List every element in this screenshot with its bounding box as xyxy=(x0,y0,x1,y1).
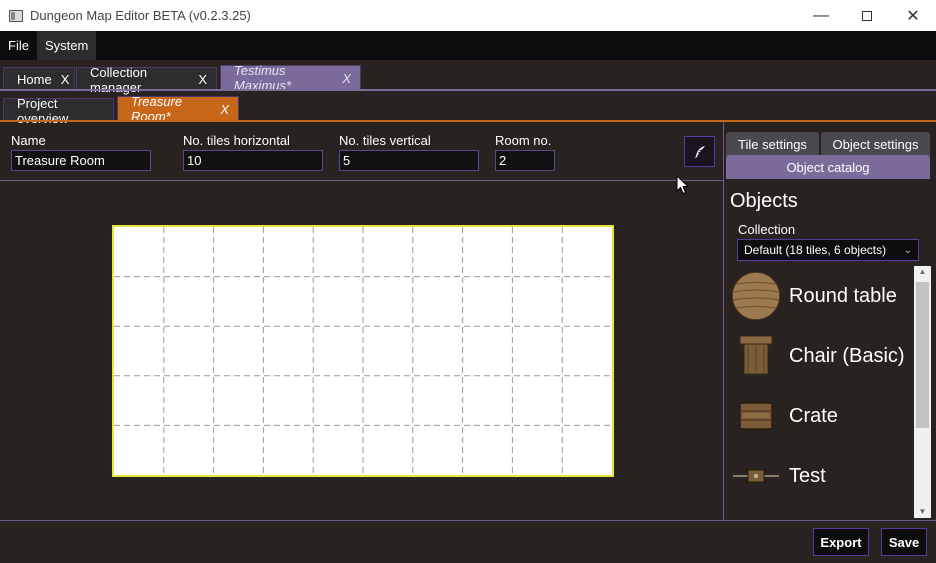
mouse-cursor-icon xyxy=(676,175,690,195)
edit-feather-button[interactable] xyxy=(684,136,715,167)
tiles-horizontal-label: No. tiles horizontal xyxy=(183,133,290,148)
tiles-horizontal-input[interactable] xyxy=(183,150,323,171)
object-label: Chair (Basic) xyxy=(789,344,905,367)
tab-project-overview[interactable]: Project overview xyxy=(3,96,114,126)
tab-tile-settings[interactable]: Tile settings xyxy=(726,132,819,156)
save-button[interactable]: Save xyxy=(881,528,927,556)
tab-object-catalog[interactable]: Object catalog xyxy=(726,155,930,179)
close-button[interactable]: ✕ xyxy=(890,0,936,31)
maximize-icon xyxy=(862,10,872,21)
tiles-vertical-label: No. tiles vertical xyxy=(339,133,431,148)
scroll-down-icon[interactable]: ▼ xyxy=(914,506,931,518)
scroll-up-icon[interactable]: ▲ xyxy=(914,266,931,278)
export-button[interactable]: Export xyxy=(813,528,869,556)
objects-title: Objects xyxy=(730,190,798,212)
tile-grid xyxy=(114,227,612,475)
tab-treasure-room[interactable]: Treasure Room* X xyxy=(117,94,239,124)
room-name-input[interactable] xyxy=(11,150,151,171)
object-list: Round table Chair (Basic) Crate Test xyxy=(728,266,914,518)
tab-close-icon[interactable]: X xyxy=(220,102,229,117)
round-table-icon xyxy=(728,268,784,324)
window-title: Dungeon Map Editor BETA (v0.2.3.25) xyxy=(30,8,251,23)
tab-object-settings[interactable]: Object settings xyxy=(821,132,930,156)
minimize-button[interactable]: — xyxy=(798,0,844,31)
collection-label: Collection xyxy=(738,222,796,237)
chevron-down-icon: ⌄ xyxy=(903,244,912,256)
object-label: Test xyxy=(789,464,826,487)
list-item-test[interactable]: Test xyxy=(728,448,914,504)
object-label: Crate xyxy=(789,404,838,427)
bottom-divider xyxy=(0,520,936,521)
list-item-chair[interactable]: Chair (Basic) xyxy=(728,328,914,384)
tab-collection-manager[interactable]: Collection manager X xyxy=(76,65,217,95)
sub-tab-strip-line xyxy=(0,120,936,122)
tab-close-icon[interactable]: X xyxy=(61,72,70,87)
crate-icon xyxy=(728,388,784,444)
maximize-button[interactable] xyxy=(844,0,890,31)
tab-label: Home xyxy=(17,72,52,87)
chair-icon xyxy=(728,328,784,384)
tiles-vertical-input[interactable] xyxy=(339,150,479,171)
room-name-label: Name xyxy=(11,133,46,148)
panel-separator xyxy=(723,122,724,520)
tab-home[interactable]: Home X xyxy=(3,67,75,91)
collection-value: Default (18 tiles, 6 objects) xyxy=(744,243,887,257)
menu-file[interactable]: File xyxy=(0,31,37,60)
tab-close-icon[interactable]: X xyxy=(198,72,207,87)
tab-close-icon[interactable]: X xyxy=(342,71,351,86)
room-grid-canvas[interactable] xyxy=(112,225,614,477)
main-tab-strip-line xyxy=(0,89,936,91)
list-item-crate[interactable]: Crate xyxy=(728,388,914,444)
editor-divider xyxy=(0,180,724,181)
menu-bar: File System xyxy=(0,31,936,60)
room-number-label: Room no. xyxy=(495,133,552,148)
collection-select[interactable]: Default (18 tiles, 6 objects) ⌄ xyxy=(737,239,919,261)
minimize-icon: — xyxy=(813,6,829,24)
scroll-thumb[interactable] xyxy=(916,282,929,428)
tab-testimus-maximus[interactable]: Testimus Maximus* X xyxy=(220,63,361,93)
test-object-icon xyxy=(728,448,784,504)
title-bar: Dungeon Map Editor BETA (v0.2.3.25) — ✕ xyxy=(0,0,936,31)
list-item-round-table[interactable]: Round table xyxy=(728,268,914,324)
app-icon xyxy=(9,9,23,22)
close-icon: ✕ xyxy=(906,7,920,25)
object-label: Round table xyxy=(789,284,897,307)
menu-system[interactable]: System xyxy=(36,31,97,60)
feather-icon xyxy=(694,145,705,158)
object-list-scrollbar[interactable]: ▲ ▼ xyxy=(914,266,931,518)
room-number-input[interactable] xyxy=(495,150,555,171)
